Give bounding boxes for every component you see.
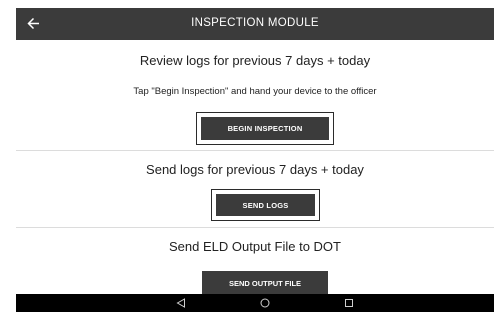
nav-recents-button[interactable] [334,296,364,310]
app-screen: INSPECTION MODULE Review logs for previo… [16,0,494,312]
send-logs-focus-outline: SEND LOGS [211,189,320,221]
review-logs-section: Review logs for previous 7 days + today … [16,40,494,151]
page-title: INSPECTION MODULE [191,17,319,29]
nav-recents-icon [345,299,353,307]
send-logs-heading: Send logs for previous 7 days + today [146,162,364,177]
send-output-file-button[interactable]: SEND OUTPUT FILE [202,271,328,295]
nav-back-button[interactable] [166,296,196,310]
send-logs-section: Send logs for previous 7 days + today SE… [16,151,494,228]
top-app-bar: INSPECTION MODULE [16,8,494,40]
review-instruction-text: Tap "Begin Inspection" and hand your dev… [133,86,377,97]
begin-inspection-focus-outline: BEGIN INSPECTION [196,112,334,145]
output-file-heading: Send ELD Output File to DOT [169,239,341,254]
nav-back-icon [176,298,185,308]
output-file-section: Send ELD Output File to DOT SEND OUTPUT … [16,228,494,295]
nav-home-button[interactable] [250,296,280,310]
system-navigation-bar [16,294,494,312]
begin-inspection-button[interactable]: BEGIN INSPECTION [201,117,329,140]
review-logs-heading: Review logs for previous 7 days + today [139,53,371,68]
nav-home-icon [260,298,270,308]
send-logs-button[interactable]: SEND LOGS [216,194,315,216]
